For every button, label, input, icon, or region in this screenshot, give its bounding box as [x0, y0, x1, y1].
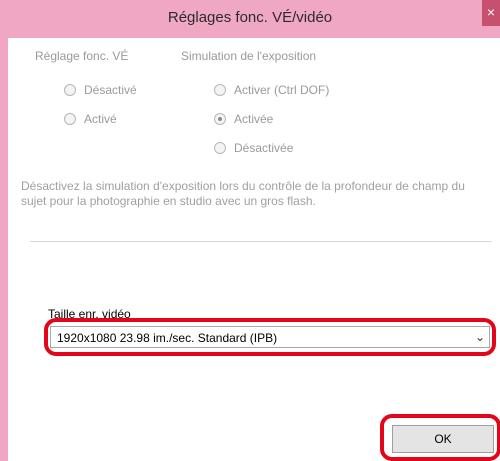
- radio-label: Désactivé: [84, 83, 137, 97]
- ve-setting-label: Réglage fonc. VÉ: [35, 49, 129, 63]
- radio-ve-disabled[interactable]: Désactivé: [64, 83, 137, 97]
- annotation-highlight-ok: [380, 414, 500, 461]
- radio-exposure-dof[interactable]: Activer (Ctrl DOF): [214, 83, 329, 97]
- radio-button[interactable]: [214, 142, 226, 154]
- exposure-description: Désactivez la simulation d'exposition lo…: [21, 179, 465, 208]
- radio-button[interactable]: [214, 84, 226, 96]
- close-button[interactable]: ×: [482, 0, 500, 26]
- radio-label: Désactivée: [234, 141, 294, 155]
- dialog-title: Réglages fonc. VÉ/vidéo: [167, 9, 333, 26]
- radio-button[interactable]: [64, 84, 76, 96]
- radio-exposure-enabled[interactable]: Activée: [214, 112, 273, 126]
- dialog-window: Réglages fonc. VÉ/vidéo × Réglage fonc. …: [0, 0, 500, 461]
- radio-label: Activée: [234, 112, 274, 126]
- exposure-simulation-label: Simulation de l'exposition: [181, 49, 317, 63]
- close-icon: ×: [486, 4, 496, 20]
- radio-exposure-disabled[interactable]: Désactivée: [214, 141, 293, 155]
- annotation-highlight-select: [44, 318, 496, 356]
- radio-ve-enabled[interactable]: Activé: [64, 112, 117, 126]
- separator: [30, 241, 492, 242]
- radio-label: Activé: [84, 112, 117, 126]
- radio-label: Activer (Ctrl DOF): [234, 83, 330, 97]
- dialog-content: Réglage fonc. VÉ Désactivé Activé Simula…: [8, 38, 500, 461]
- radio-button[interactable]: [64, 113, 76, 125]
- title-bar[interactable]: Réglages fonc. VÉ/vidéo ×: [0, 0, 500, 38]
- radio-button-selected[interactable]: [214, 113, 226, 125]
